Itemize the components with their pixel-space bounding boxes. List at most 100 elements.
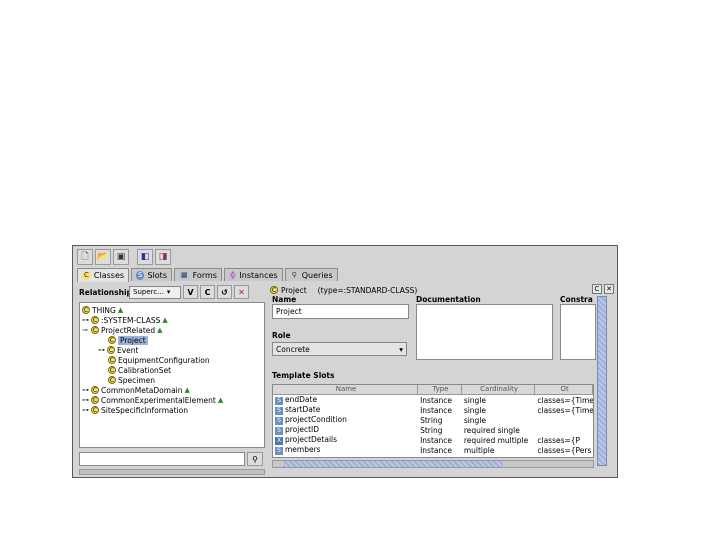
slot-icon: S <box>136 270 145 280</box>
class-icon: C <box>91 326 99 334</box>
documentation-label: Documentation <box>416 295 481 304</box>
role-dropdown[interactable]: Concrete ▾ <box>272 342 407 356</box>
tree-node[interactable]: ⊶ C Event <box>98 345 139 355</box>
slot-cardinality: multiple <box>463 445 495 455</box>
tree-node-label: ProjectRelated <box>101 325 156 335</box>
cascade-icon[interactable]: ◨ <box>155 249 171 265</box>
tab-classes[interactable]: C Classes <box>77 268 130 282</box>
view-class-button[interactable]: V <box>183 285 198 299</box>
instance-icon: ◊ <box>228 270 237 280</box>
slot-cardinality: required single <box>463 425 520 435</box>
class-icon: C <box>91 316 99 324</box>
tab-bar: C Classes S Slots ▦ Forms ◊ Instances ⚲ … <box>77 268 338 282</box>
class-icon: C <box>91 406 99 414</box>
dropdown-value: Superc... <box>133 288 164 296</box>
vertical-scrollbar[interactable] <box>597 296 607 466</box>
expand-toggle-icon[interactable]: ⊶ <box>82 316 89 324</box>
chevron-down-icon: ▾ <box>166 288 171 296</box>
class-icon: C <box>107 346 115 354</box>
delete-icon[interactable]: ✕ <box>234 285 249 299</box>
tab-queries[interactable]: ⚲ Queries <box>284 268 338 281</box>
documentation-field[interactable] <box>416 304 553 360</box>
tab-instances[interactable]: ◊ Instances <box>223 268 283 281</box>
slot-name: projectID <box>285 425 320 434</box>
tree-node-label: SiteSpecificInformation <box>101 405 189 415</box>
tab-forms[interactable]: ▦ Forms <box>173 268 222 281</box>
save-icon[interactable]: ▣ <box>113 249 129 265</box>
expand-toggle-icon[interactable]: ⊶ <box>98 346 105 354</box>
name-field[interactable]: Project <box>272 304 409 319</box>
slot-cardinality: single <box>463 415 487 425</box>
new-file-icon[interactable]: 🗋 <box>77 249 93 265</box>
open-file-icon[interactable]: 📂 <box>95 249 111 265</box>
close-icon[interactable]: ✕ <box>604 284 614 294</box>
tree-node-label: Event <box>117 345 139 355</box>
tree-node-label: CommonMetaDomain <box>101 385 183 395</box>
tab-slots[interactable]: S Slots <box>131 268 172 281</box>
abstract-marker-icon: ▲ <box>217 396 224 404</box>
constraints-field[interactable] <box>560 304 596 360</box>
protege-window: 🗋 📂 ▣ ◧ ◨ C Classes S Slots ▦ Forms ◊ In… <box>72 245 618 478</box>
tree-node[interactable]: C THING ▲ <box>82 305 123 315</box>
column-header-type[interactable]: Type <box>418 385 462 394</box>
tree-node[interactable]: ⊸ C ProjectRelated ▲ <box>82 325 163 335</box>
column-header-other[interactable]: Ot <box>535 385 593 394</box>
relationship-dropdown[interactable]: Superc... ▾ <box>129 285 181 299</box>
scrollbar-thumb[interactable] <box>283 461 503 467</box>
slot-icon: S <box>275 407 283 415</box>
collapse-toggle-icon[interactable]: ⊸ <box>82 326 89 334</box>
tab-label: Queries <box>301 270 333 280</box>
slot-name: startDate <box>285 405 321 414</box>
tree-node[interactable]: C CalibrationSet <box>108 365 171 375</box>
tree-node-label: EquipmentConfiguration <box>118 355 210 365</box>
column-header-cardinality[interactable]: Cardinality <box>462 385 536 394</box>
class-icon: C <box>108 336 116 344</box>
tree-node-selected[interactable]: C Project <box>108 335 148 345</box>
table-row[interactable]: XprojectDetails Instance required multip… <box>273 435 593 445</box>
tree-node[interactable]: ⊶ C CommonExperimentalElement ▲ <box>82 395 223 405</box>
slot-type: Instance <box>420 395 452 405</box>
slot-other: classes={Time <box>537 405 593 415</box>
tree-node-label: THING <box>92 305 116 315</box>
form-icon: ▦ <box>178 270 190 280</box>
horizontal-scrollbar[interactable] <box>79 469 265 475</box>
table-row[interactable]: SprojectID String required single <box>273 425 593 435</box>
slot-type: Instance <box>420 445 452 455</box>
expand-toggle-icon[interactable]: ⊶ <box>82 396 89 404</box>
slot-other: classes={Pers <box>537 445 592 455</box>
binoculars-icon: ⚲ <box>291 270 297 279</box>
abstract-marker-icon: ▲ <box>157 326 163 334</box>
template-slots-table: Name Type Cardinality Ot SendDate Instan… <box>272 384 594 458</box>
editor-window-buttons: C ✕ <box>592 284 614 294</box>
tree-node[interactable]: ⊶ C SiteSpecificInformation <box>82 405 188 415</box>
refresh-icon[interactable]: ↺ <box>217 285 232 299</box>
table-row[interactable]: SprojectCondition String single <box>273 415 593 425</box>
slots-horizontal-scrollbar[interactable] <box>272 460 594 468</box>
create-class-button[interactable]: C <box>200 285 215 299</box>
slot-icon: S <box>275 447 283 455</box>
table-row[interactable]: Smembers Instance multiple classes={Pers <box>273 445 593 455</box>
class-search-input[interactable] <box>79 452 245 466</box>
expand-toggle-icon[interactable]: ⊶ <box>82 386 89 394</box>
window-icon[interactable]: ◧ <box>137 249 153 265</box>
tree-node[interactable]: ⊶ C :SYSTEM-CLASS ▲ <box>82 315 168 325</box>
tree-node[interactable]: ⊶ C CommonMetaDomain ▲ <box>82 385 190 395</box>
tab-label: Instances <box>239 270 278 280</box>
name-label: Name <box>272 295 297 304</box>
tree-node[interactable]: C EquipmentConfiguration <box>108 355 210 365</box>
slot-name: endDate <box>285 395 318 404</box>
expand-toggle-icon[interactable]: ⊶ <box>82 406 89 414</box>
template-slots-label: Template Slots <box>272 371 335 380</box>
tree-node-label: CalibrationSet <box>118 365 172 375</box>
table-row[interactable]: SendDate Instance single classes={Time <box>273 395 593 405</box>
table-row[interactable]: SstartDate Instance single classes={Time <box>273 405 593 415</box>
class-button[interactable]: C <box>592 284 602 294</box>
slot-name: projectCondition <box>285 415 347 424</box>
slot-cardinality: single <box>463 405 487 415</box>
tree-node[interactable]: C Specimen <box>108 375 155 385</box>
abstract-marker-icon: ▲ <box>162 316 168 324</box>
slot-type: String <box>420 415 443 425</box>
column-header-name[interactable]: Name <box>273 385 419 394</box>
class-icon: C <box>108 366 116 374</box>
binoculars-icon[interactable]: ⚲ <box>247 452 263 466</box>
